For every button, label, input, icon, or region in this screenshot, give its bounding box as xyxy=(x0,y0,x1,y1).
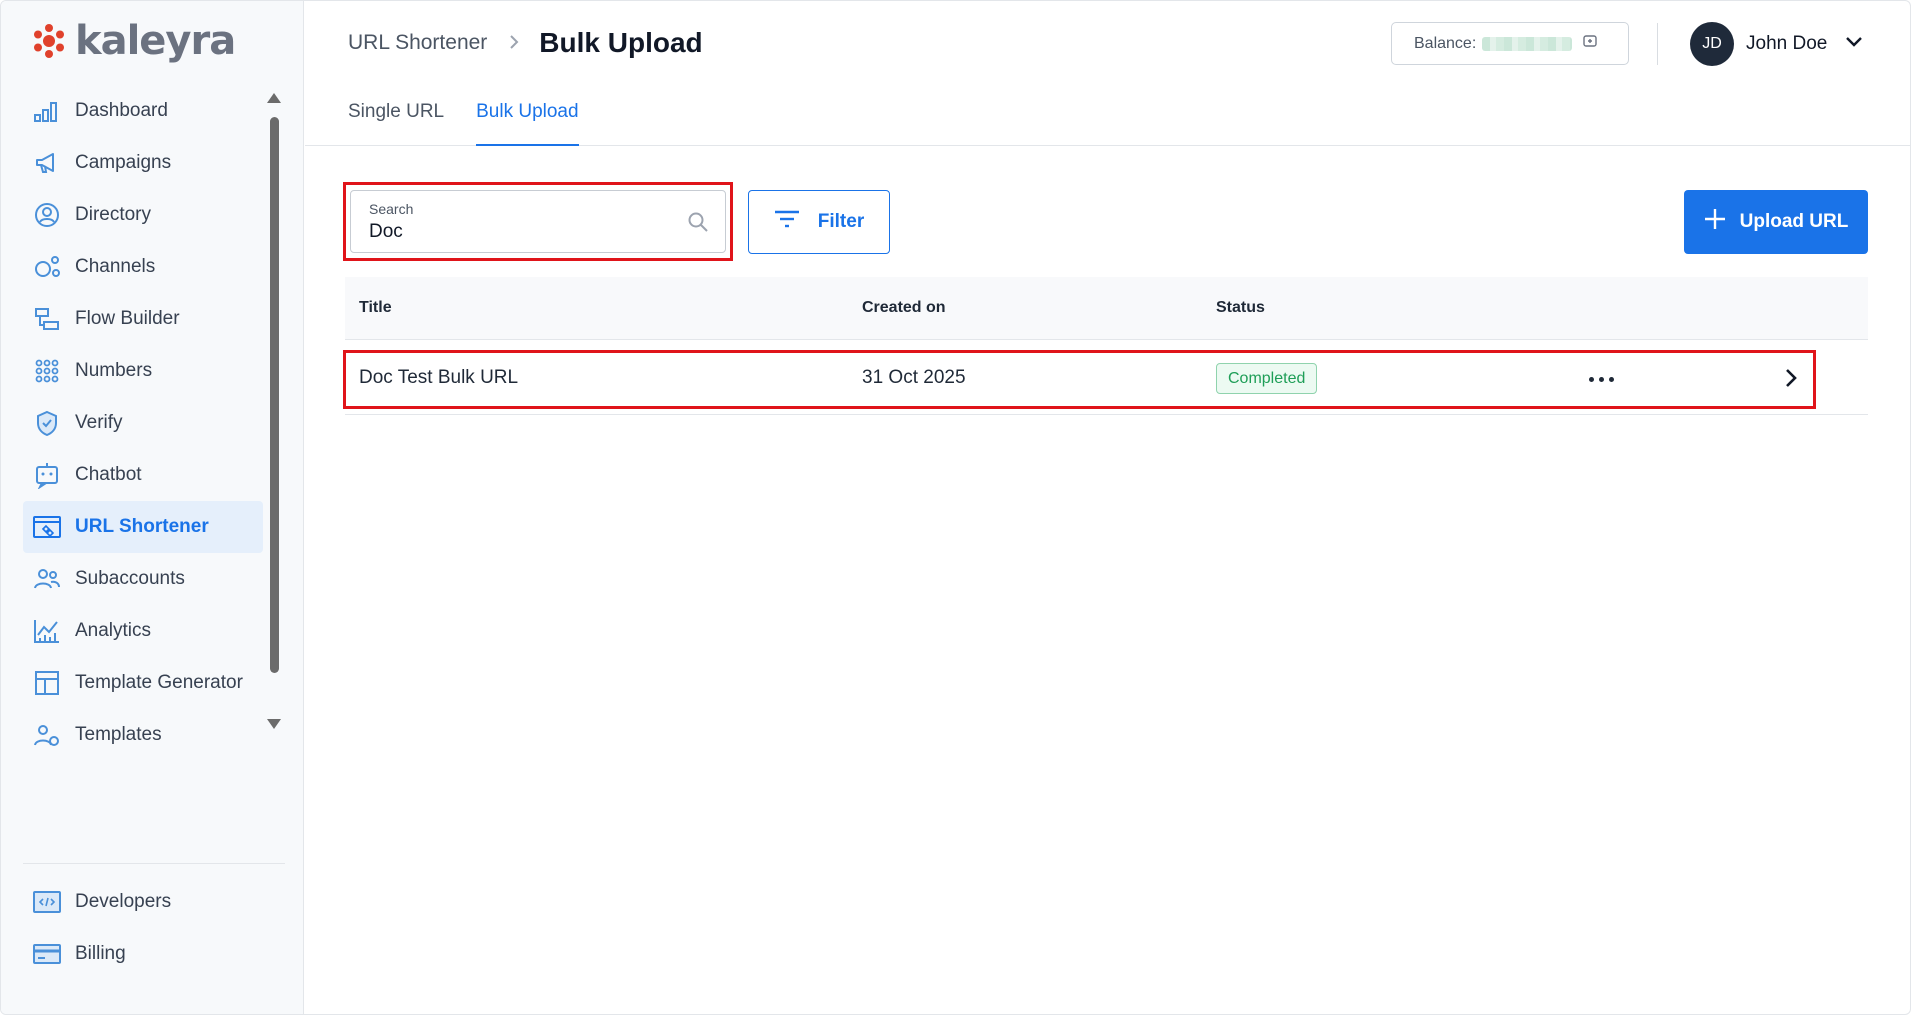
sidebar-item-label: Subaccounts xyxy=(75,568,185,589)
sidebar-item-label: Dashboard xyxy=(75,100,168,121)
more-options-icon[interactable] xyxy=(1584,365,1618,393)
status-badge: Completed xyxy=(1216,363,1318,394)
sidebar-item-billing[interactable]: Billing xyxy=(23,928,263,980)
sidebar-item-template-generator[interactable]: Template Generator xyxy=(23,657,263,709)
filter-icon xyxy=(774,210,800,234)
link-icon xyxy=(33,513,61,541)
sidebar-item-label: Directory xyxy=(75,204,152,225)
breadcrumb-parent-link[interactable]: URL Shortener xyxy=(348,31,487,55)
channels-icon xyxy=(33,253,61,281)
scroll-down-arrow-icon[interactable] xyxy=(267,719,281,729)
numbers-grid-icon xyxy=(33,357,61,385)
chevron-right-icon[interactable] xyxy=(1784,367,1798,394)
refresh-balance-icon[interactable] xyxy=(1582,33,1598,54)
sidebar-item-label: Channels xyxy=(75,256,156,277)
row-divider xyxy=(345,414,1868,415)
filter-button[interactable]: Filter xyxy=(748,190,890,254)
analytics-icon xyxy=(33,617,61,645)
contact-icon xyxy=(33,201,61,229)
sidebar-divider xyxy=(23,863,285,864)
user-name: John Doe xyxy=(1746,33,1828,54)
sidebar-item-label: Numbers xyxy=(75,360,153,381)
sidebar-item-label: Campaigns xyxy=(75,152,172,173)
tab-bulk-upload[interactable]: Bulk Upload xyxy=(476,89,579,146)
sidebar-item-subaccounts[interactable]: Subaccounts xyxy=(23,553,263,605)
sidebar-item-label: Verify xyxy=(75,412,123,433)
tab-single-url[interactable]: Single URL xyxy=(348,89,444,146)
sidebar-item-label: URL Shortener xyxy=(75,516,209,537)
billing-card-icon xyxy=(33,940,61,968)
scrollbar-thumb[interactable] xyxy=(270,117,279,673)
sidebar-item-campaigns[interactable]: Campaigns xyxy=(23,137,263,189)
header-divider xyxy=(1657,23,1658,65)
code-icon xyxy=(33,888,61,916)
sidebar-item-label: Chatbot xyxy=(75,464,142,485)
upload-url-button-label: Upload URL xyxy=(1739,211,1849,232)
sidebar-item-dashboard[interactable]: Dashboard xyxy=(23,85,263,137)
search-icon[interactable] xyxy=(687,211,709,238)
app-window: kaleyra Dashboard Campaigns Directory Ch… xyxy=(0,0,1911,1015)
dashboard-icon xyxy=(33,97,61,125)
flow-builder-icon xyxy=(33,305,61,333)
page-header: URL Shortener Bulk Upload Balance: JD Jo… xyxy=(305,1,1910,146)
search-input[interactable] xyxy=(369,221,669,243)
sidebar-bottom-nav: Developers Billing xyxy=(23,876,263,980)
brand-name: kaleyra xyxy=(75,18,236,64)
table-header: Title Created on Status xyxy=(345,277,1868,340)
search-field[interactable]: Search xyxy=(350,190,726,253)
user-menu[interactable]: JD John Doe xyxy=(1690,22,1863,66)
sidebar-item-developers[interactable]: Developers xyxy=(23,876,263,928)
kaleyra-logo-icon xyxy=(34,24,64,58)
plus-icon xyxy=(1704,208,1726,236)
sidebar-item-directory[interactable]: Directory xyxy=(23,189,263,241)
balance-label: Balance: xyxy=(1414,34,1477,52)
search-label: Search xyxy=(369,201,414,217)
column-header-status[interactable]: Status xyxy=(1216,299,1265,317)
chevron-down-icon[interactable] xyxy=(1845,35,1863,53)
sidebar-item-flow-builder[interactable]: Flow Builder xyxy=(23,293,263,345)
row-created-on: 31 Oct 2025 xyxy=(862,367,966,388)
shield-check-icon xyxy=(33,409,61,437)
sidebar-item-label: Templates xyxy=(75,724,162,745)
chevron-right-icon xyxy=(509,30,519,56)
avatar: JD xyxy=(1690,22,1734,66)
sidebar-item-channels[interactable]: Channels xyxy=(23,241,263,293)
sidebar-item-url-shortener[interactable]: URL Shortener xyxy=(23,501,263,553)
sidebar: kaleyra Dashboard Campaigns Directory Ch… xyxy=(1,1,304,1014)
kaleyra-logo[interactable]: kaleyra xyxy=(31,18,236,64)
balance-value-redacted xyxy=(1482,36,1573,51)
scroll-up-arrow-icon[interactable] xyxy=(267,93,281,103)
search-highlight-box: Search xyxy=(343,182,733,261)
sidebar-item-verify[interactable]: Verify xyxy=(23,397,263,449)
sidebar-item-label: Developers xyxy=(75,891,172,912)
template-generator-icon xyxy=(33,669,61,697)
balance-widget[interactable]: Balance: xyxy=(1391,22,1629,65)
sidebar-item-label: Analytics xyxy=(75,620,152,641)
sidebar-item-label: Template Generator xyxy=(75,672,243,693)
sidebar-item-label: Flow Builder xyxy=(75,308,180,329)
users-icon xyxy=(33,565,61,593)
breadcrumb: URL Shortener Bulk Upload xyxy=(348,25,703,61)
filter-button-label: Filter xyxy=(817,211,865,232)
templates-icon xyxy=(33,721,61,749)
sidebar-item-chatbot[interactable]: Chatbot xyxy=(23,449,263,501)
sidebar-nav: Dashboard Campaigns Directory Channels F… xyxy=(23,85,263,761)
row-title: Doc Test Bulk URL xyxy=(359,367,519,388)
column-header-title[interactable]: Title xyxy=(359,299,392,317)
table-row[interactable]: Doc Test Bulk URL 31 Oct 2025 Completed xyxy=(343,350,1816,409)
sidebar-scrollbar[interactable] xyxy=(267,93,281,733)
upload-url-button[interactable]: Upload URL xyxy=(1684,190,1868,254)
tab-bar: Single URL Bulk Upload xyxy=(348,89,579,146)
sidebar-item-label: Billing xyxy=(75,943,126,964)
chatbot-icon xyxy=(33,461,61,489)
sidebar-item-analytics[interactable]: Analytics xyxy=(23,605,263,657)
sidebar-item-templates[interactable]: Templates xyxy=(23,709,263,761)
megaphone-icon xyxy=(33,149,61,177)
page-title: Bulk Upload xyxy=(539,27,703,58)
sidebar-item-numbers[interactable]: Numbers xyxy=(23,345,263,397)
column-header-created-on[interactable]: Created on xyxy=(862,299,946,317)
